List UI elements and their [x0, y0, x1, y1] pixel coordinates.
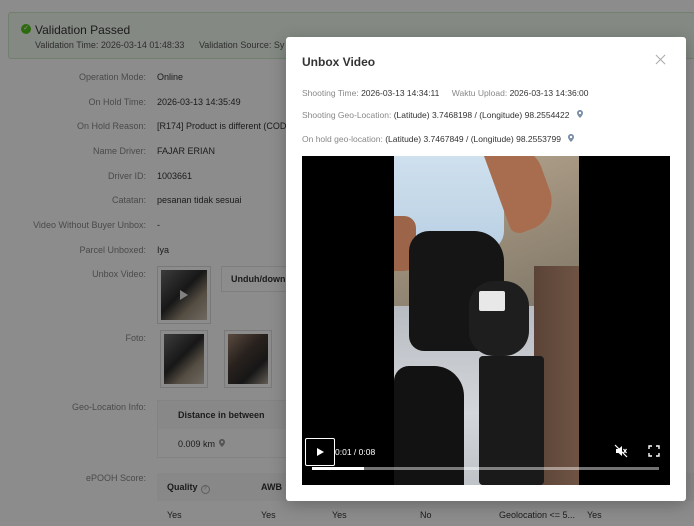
onhold-geo-label: On hold geo-location:: [302, 134, 383, 144]
unbox-video-modal: Unbox Video Shooting Time: 2026-03-13 14…: [286, 37, 686, 501]
shooting-time-label: Shooting Time:: [302, 88, 359, 98]
play-button[interactable]: [305, 438, 335, 466]
upload-time-label: Waktu Upload:: [451, 88, 508, 98]
location-pin-icon[interactable]: [576, 110, 583, 120]
modal-title: Unbox Video: [302, 55, 376, 69]
shooting-geo-value: (Latitude) 3.7468198 / (Longitude) 98.25…: [393, 110, 570, 120]
shooting-geo-line: Shooting Geo-Location: (Latitude) 3.7468…: [302, 110, 583, 120]
shooting-time-line: Shooting Time: 2026-03-13 14:34:11 Waktu…: [302, 88, 589, 98]
fullscreen-icon[interactable]: [647, 444, 661, 458]
onhold-geo-line: On hold geo-location: (Latitude) 3.74678…: [302, 134, 575, 144]
video-frame: [394, 156, 579, 485]
shooting-time-value: 2026-03-13 14:34:11: [361, 88, 440, 98]
shooting-geo-label: Shooting Geo-Location:: [302, 110, 392, 120]
video-player[interactable]: 0:01 / 0:08: [302, 156, 670, 485]
mute-icon[interactable]: [614, 444, 628, 458]
close-icon[interactable]: [653, 52, 669, 68]
video-scene-mat: [479, 356, 544, 485]
location-pin-icon[interactable]: [568, 134, 575, 144]
onhold-geo-value: (Latitude) 3.7467849 / (Longitude) 98.25…: [385, 134, 561, 144]
upload-time-value: 2026-03-13 14:36:00: [509, 88, 589, 98]
video-scene-label: [479, 291, 505, 311]
video-time: 0:01 / 0:08: [335, 447, 376, 457]
video-progress-bar[interactable]: [312, 467, 659, 470]
video-progress-fill: [312, 467, 365, 470]
